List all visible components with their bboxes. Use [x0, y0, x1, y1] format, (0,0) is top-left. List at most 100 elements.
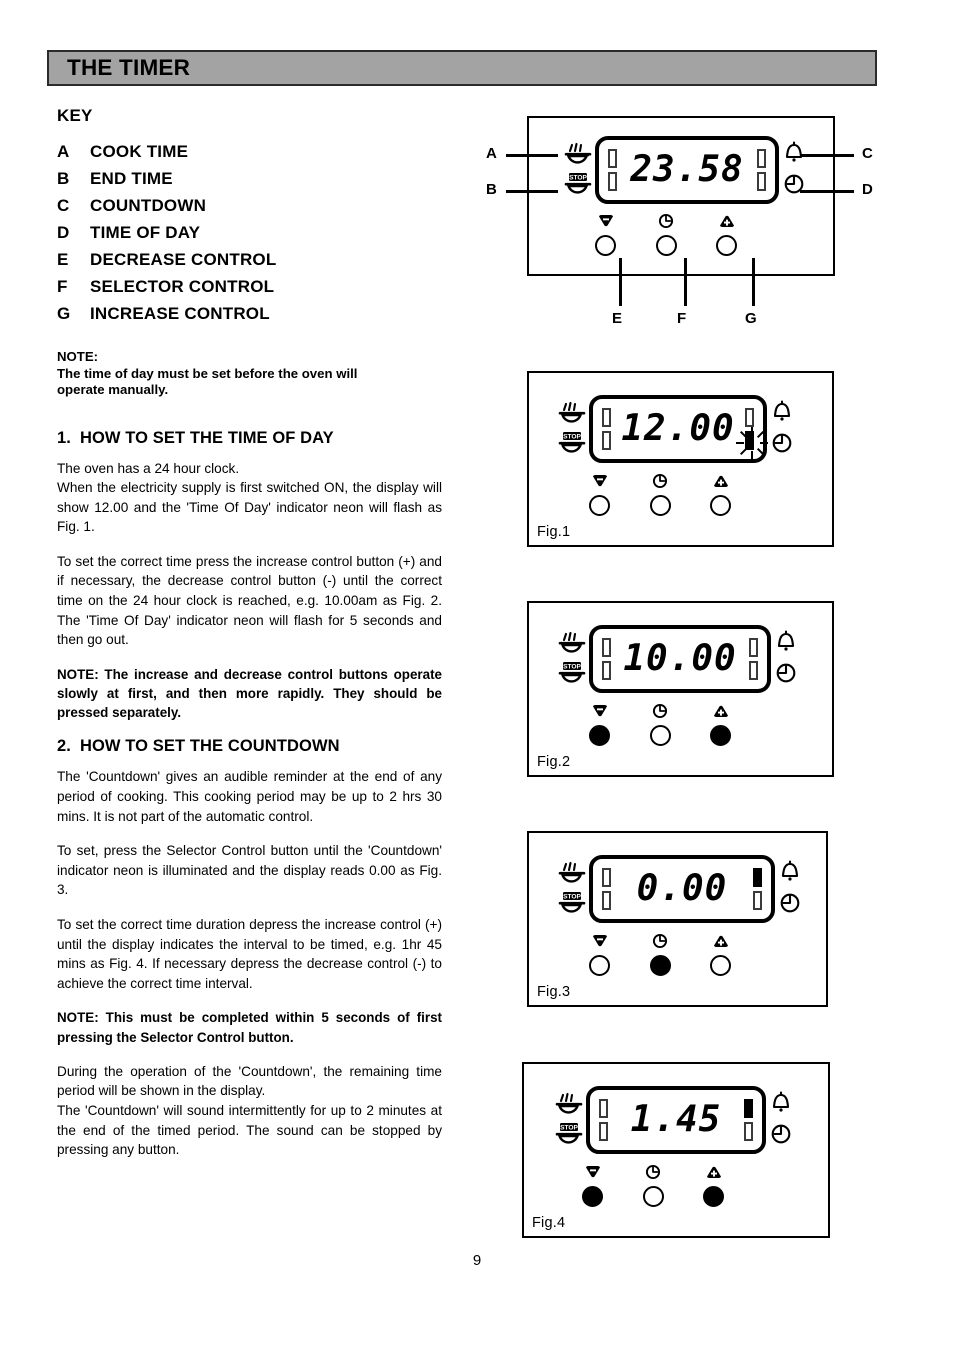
left-indicator-icons: STOP	[555, 395, 589, 459]
decrease-control-fig1[interactable]	[589, 473, 610, 516]
key-letter: G	[57, 304, 71, 323]
increase-button[interactable]	[703, 1186, 724, 1207]
selector-control-fig2[interactable]	[649, 703, 671, 746]
triangle-up-plus-icon	[717, 213, 737, 234]
neon-time-of-day	[753, 891, 762, 910]
svg-text:STOP: STOP	[563, 664, 581, 671]
figure-3-caption: Fig.3	[537, 984, 571, 1000]
section-1-p1-line-1: The oven has a 24 hour clock.	[57, 460, 240, 476]
selector-button[interactable]	[649, 725, 671, 746]
clock-selector-icon	[656, 213, 676, 234]
selector-control-fig1[interactable]	[649, 473, 671, 516]
increase-button[interactable]	[710, 955, 731, 976]
leader-line-g	[752, 258, 755, 306]
section-1-p1-line-2: When the electricity supply is first swi…	[57, 480, 442, 535]
neon-countdown	[749, 638, 758, 657]
right-indicator-icons	[767, 395, 797, 459]
neon-countdown	[745, 408, 754, 427]
key-label: TIME OF DAY	[90, 223, 201, 242]
figure-1: STOP 12.00 Fig.1	[527, 371, 834, 547]
clock-selector-icon	[650, 933, 670, 954]
selector-control-fig3[interactable]	[649, 933, 671, 976]
pot-steam-icon	[557, 629, 587, 659]
clock-selector-icon	[650, 473, 670, 494]
button-row-fig4	[582, 1164, 724, 1207]
selector-button[interactable]	[649, 495, 671, 516]
neon-countdown	[757, 149, 766, 168]
key-label: INCREASE CONTROL	[90, 304, 270, 323]
decrease-button[interactable]	[589, 955, 610, 976]
section-2-paragraph-2: To set, press the Selector Control butto…	[57, 843, 442, 898]
selector-control-main[interactable]	[655, 213, 677, 256]
key-note-line-1: NOTE:	[57, 349, 99, 364]
callout-g: G	[745, 310, 757, 327]
key-letter: B	[57, 169, 70, 188]
display-value: 12.00	[621, 408, 735, 449]
button-row-fig3	[589, 933, 731, 976]
decrease-control-fig2[interactable]	[589, 703, 610, 746]
section-2-heading: 2. HOW TO SET THE COUNTDOWN	[57, 737, 442, 756]
timer-panel-fig4: STOP 1.45	[552, 1086, 796, 1154]
svg-text:STOP: STOP	[560, 1125, 578, 1132]
decrease-button[interactable]	[595, 235, 616, 256]
left-indicator-icons: STOP	[555, 625, 589, 689]
increase-control-fig4[interactable]	[703, 1164, 724, 1207]
decrease-control-fig3[interactable]	[589, 933, 610, 976]
lcd-display-fig4: 1.45	[586, 1086, 766, 1154]
neon-end-time	[608, 172, 617, 191]
callout-d: D	[862, 181, 874, 198]
selector-button[interactable]	[655, 235, 677, 256]
increase-control-fig1[interactable]	[710, 473, 731, 516]
selector-button[interactable]	[642, 1186, 664, 1207]
neon-time-of-day	[744, 1122, 753, 1141]
neon-end-time	[602, 431, 611, 450]
pot-steam-icon	[554, 1090, 584, 1120]
decrease-button[interactable]	[589, 495, 610, 516]
triangle-down-minus-icon	[596, 213, 616, 234]
increase-button[interactable]	[710, 725, 731, 746]
section-2-title: HOW TO SET THE COUNTDOWN	[79, 737, 340, 756]
neon-time-of-day	[749, 661, 758, 680]
neon-cook-time	[602, 638, 611, 657]
key-item-b: B END TIME	[57, 165, 442, 192]
key-item-d: D TIME OF DAY	[57, 219, 442, 246]
callout-e: E	[612, 310, 623, 327]
lcd-display-fig3: 0.00	[589, 855, 775, 923]
section-2-paragraph-4: During the operation of the 'Countdown',…	[57, 1062, 442, 1160]
svg-text:STOP: STOP	[563, 894, 581, 901]
selector-button[interactable]	[649, 955, 671, 976]
decrease-control-fig4[interactable]	[582, 1164, 603, 1207]
clock-icon	[774, 659, 798, 689]
decrease-button[interactable]	[582, 1186, 603, 1207]
flash-rays-icon	[735, 426, 768, 459]
pot-stop-icon: STOP	[557, 429, 587, 459]
button-row-fig1	[589, 473, 731, 516]
figure-4: STOP 1.45 Fig.4	[522, 1062, 830, 1238]
triangle-down-minus-icon	[583, 1164, 603, 1185]
lcd-display-fig2: 10.00	[589, 625, 771, 693]
figure-3: STOP 0.00 Fig.3	[527, 831, 828, 1007]
display-value: 1.45	[630, 1099, 722, 1140]
timer-panel-diagram: STOP 23.58	[527, 116, 835, 276]
selector-control-fig4[interactable]	[642, 1164, 664, 1207]
triangle-up-plus-icon	[711, 703, 731, 724]
section-1-heading: 1. HOW TO SET THE TIME OF DAY	[57, 429, 442, 448]
triangle-down-minus-icon	[590, 703, 610, 724]
increase-control-fig3[interactable]	[710, 933, 731, 976]
increase-control-main[interactable]	[716, 213, 737, 256]
neon-end-time	[602, 891, 611, 910]
decrease-control-main[interactable]	[595, 213, 616, 256]
increase-button[interactable]	[716, 235, 737, 256]
increase-control-fig2[interactable]	[710, 703, 731, 746]
key-label: END TIME	[90, 169, 173, 188]
leader-line-b	[506, 190, 558, 193]
key-letter: A	[57, 142, 70, 161]
content-column: KEY A COOK TIME B END TIME C COUNTDOWN D…	[57, 106, 442, 1175]
page-number: 9	[472, 1252, 482, 1269]
decrease-button[interactable]	[589, 725, 610, 746]
pot-steam-icon	[563, 140, 593, 170]
button-row-fig2	[589, 703, 731, 746]
triangle-up-plus-icon	[711, 473, 731, 494]
increase-button[interactable]	[710, 495, 731, 516]
section-1-number: 1.	[57, 428, 71, 447]
